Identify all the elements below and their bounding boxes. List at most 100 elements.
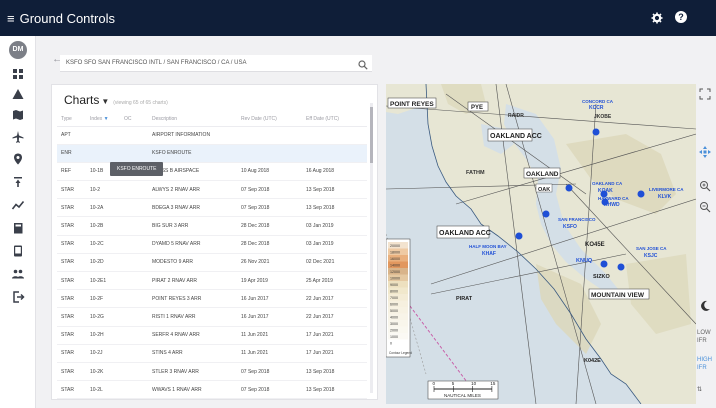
scrollbar-thumb[interactable] [370,107,373,163]
table-cell: 26 Nov 2021 [237,253,302,273]
table-cell: 10-2C [86,235,120,254]
table-cell [120,126,148,145]
label-san-jose: SAN JOSE CA [636,246,667,251]
table-cell: REF [57,162,86,182]
table-row[interactable]: STAR 10-2D MODESTO 9 ARR 26 Nov 2021 02 Dec … [57,253,367,273]
table-row[interactable]: ENR KSFO ENROUTE [57,144,367,163]
table-cell: 13 Sep 2018 [302,362,367,382]
table-cell: 22 Jun 2017 [302,289,367,309]
table-cell: APT [57,126,86,145]
label-khwd: KHWD [604,202,620,208]
legend-value: 18000 [390,251,400,255]
legend-value: 7000 [390,296,398,300]
column-header[interactable]: Eff Date (UTC) [302,112,367,127]
table-cell: STAR [57,344,86,363]
legend-value: 4000 [390,316,398,320]
table-row[interactable]: STAR 10-2E1 PIRAT 2 RNAV ARR 19 Apr 2019 25 … [57,271,367,291]
high-ifr-toggle[interactable]: HIGH IFR [697,356,716,372]
map-icon[interactable] [11,108,25,122]
people-icon[interactable] [11,267,25,281]
table-row[interactable]: STAR 10-2B BIG SUR 3 ARR 28 Dec 2018 03 Jan … [57,216,367,236]
logout-icon[interactable] [11,290,25,304]
tablet-icon[interactable] [11,244,25,258]
table-row[interactable]: STAR 10-2 ALWYS 2 RNAV ARR 07 Sep 2018 13 Se… [57,180,367,200]
table-cell [120,326,148,345]
table-row[interactable]: APT AIRPORT INFORMATION [57,126,367,145]
hamburger-icon[interactable]: ≡ [7,12,15,25]
table-row[interactable]: STAR 10-2H SERFR 4 RNAV ARR 11 Jun 2021 17 J… [57,326,367,345]
table-cell: STLER 3 RNAV ARR [148,362,237,382]
label-san-francisco: SAN FRANCISCO [558,217,596,222]
label-raidr: RAIDR [508,113,524,119]
avatar[interactable]: DM [9,41,27,59]
table-row[interactable]: STAR 10-2J STINS 4 ARR 11 Jun 2021 17 Jun 20… [57,344,367,363]
table-cell [120,235,148,254]
grid-icon[interactable] [11,67,25,81]
gear-icon[interactable] [651,11,663,24]
table-cell: STAR [57,289,86,309]
legend-value: 1000 [390,335,398,339]
table-row[interactable]: REF 10-1B CLASS B AIRSPACE 10 Aug 2018 16 Au… [57,162,367,182]
charts-title[interactable]: Charts [64,93,99,107]
table-row[interactable]: STAR 10-2C DYAMD 5 RNAV ARR 28 Dec 2018 03 J… [57,235,367,254]
table-cell: 07 Sep 2018 [237,180,302,200]
zoom-in-icon[interactable] [699,180,711,192]
column-header[interactable]: Index ▼ [86,112,120,127]
zoom-out-icon[interactable] [699,201,711,213]
label-pye: PYE [471,105,483,111]
airport-search-input[interactable]: KSFO SFO SAN FRANCISCO INTL / SAN FRANCI… [60,55,372,72]
fullscreen-icon[interactable] [699,88,711,100]
enroute-chart[interactable]: POINT REYES PYE RAIDR CONCORD CA KCCR JK… [386,84,696,404]
table-cell: SERFR 4 RNAV ARR [148,326,237,345]
table-cell: DYAMD 5 RNAV ARR [148,235,237,254]
table-row[interactable]: STAR 10-2L WWAVS 1 RNAV ARR 07 Sep 2018 13 S… [57,380,367,399]
label-sizko: SIZKO [593,274,611,280]
table-cell: 10-2 [86,180,120,200]
scale-label: 10 [471,381,477,386]
search-icon[interactable] [358,57,368,70]
chart-map-view[interactable]: POINT REYES PYE RAIDR CONCORD CA KCCR JK… [386,84,696,404]
night-mode-icon[interactable] [699,300,711,312]
trend-icon[interactable] [11,198,25,212]
location-pin-icon[interactable] [11,152,25,166]
label-pirat: PIRAT [456,296,473,302]
book-icon[interactable] [11,221,25,235]
table-cell: BDEGA 3 RNAV ARR [148,198,237,218]
legend-value: 12000 [390,270,400,274]
table-cell: AIRPORT INFORMATION [148,126,237,145]
table-cell: 10 Aug 2018 [237,162,302,182]
vfr-toggle[interactable]: ⇅ [697,386,702,393]
pan-icon[interactable] [699,146,711,158]
table-row[interactable]: STAR 10-2A BDEGA 3 RNAV ARR 07 Sep 2018 13 S… [57,198,367,218]
label-jkobe: JKOBE [594,114,612,120]
legend-value: 2000 [390,329,398,333]
table-row[interactable]: STAR 10-2K STLER 3 RNAV ARR 07 Sep 2018 13 S… [57,362,367,382]
low-ifr-toggle[interactable]: LOW IFR [697,329,716,345]
table-cell [120,289,148,309]
column-header[interactable]: Description [148,112,237,127]
table-cell: STAR [57,180,86,200]
table-cell: STAR [57,307,86,327]
table-row[interactable]: STAR 10-2F POINT REYES 3 ARR 16 Jun 2017 22 … [57,289,367,309]
table-cell: 16 Aug 2018 [302,162,367,182]
table-cell: 11 Jun 2021 [237,326,302,345]
column-header[interactable]: Type [57,112,86,127]
plane-icon[interactable] [11,130,25,144]
table-row[interactable]: STAR 10-2G RISTI 1 RNAV ARR 16 Jun 2017 22 J… [57,307,367,327]
column-header[interactable]: Rev Date (UTC) [237,112,302,127]
table-cell: STAR [57,326,86,345]
flight-icon[interactable] [11,175,25,189]
filter-icon[interactable]: ▼ [102,116,109,122]
warning-icon[interactable] [11,87,25,101]
scale-bar: 0 5 10 15 NAUTICAL MILES [427,380,499,400]
table-cell: 28 Dec 2018 [237,216,302,236]
table-cell: 28 Dec 2018 [237,235,302,254]
label-mountain-view: MOUNTAIN VIEW [591,292,645,299]
legend-value: 9000 [390,283,398,287]
table-cell: 10-2A [86,198,120,218]
legend-value: 3000 [390,322,398,326]
legend-caption: Contour Legend [389,351,412,355]
column-header[interactable]: OC [120,112,148,127]
help-icon[interactable]: ? [675,11,687,23]
chevron-down-icon[interactable]: ▼ [101,97,109,106]
